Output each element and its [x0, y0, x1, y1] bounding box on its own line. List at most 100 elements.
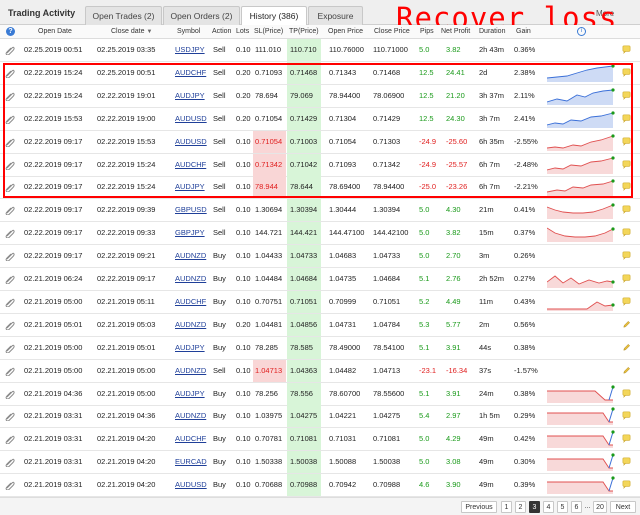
table-row[interactable]: 02.21.2019 05:00 02.21.2019 05:11 AUDCHF Bu… — [0, 290, 640, 314]
cell-symbol[interactable]: AUDJPY — [175, 85, 205, 107]
comment-icon[interactable] — [622, 457, 631, 467]
comment-icon[interactable] — [622, 205, 631, 215]
pagination-next[interactable]: Next — [610, 501, 636, 513]
edit-icon[interactable] — [622, 343, 631, 352]
col-close-date[interactable]: Close date ▼ — [111, 25, 152, 39]
paperclip-icon[interactable] — [5, 411, 15, 422]
tab-history[interactable]: History (386) — [241, 6, 307, 26]
col-lots[interactable]: Lots — [236, 25, 249, 39]
cell-symbol[interactable]: AUDNZD — [175, 314, 206, 336]
paperclip-icon[interactable] — [5, 160, 15, 170]
table-row[interactable]: 02.21.2019 05:00 02.21.2019 05:00 AUDNZD Se… — [0, 359, 640, 383]
table-row[interactable]: 02.22.2019 15:24 02.22.2019 19:01 AUDJPY Se… — [0, 84, 640, 108]
table-row[interactable]: 02.21.2019 06:24 02.22.2019 09:17 AUDNZD Bu… — [0, 268, 640, 291]
table-row[interactable]: 02.22.2019 09:17 02.22.2019 09:21 AUDNZD Bu… — [0, 245, 640, 269]
edit-icon[interactable] — [622, 366, 631, 375]
comment-icon[interactable] — [622, 434, 631, 444]
comment-icon[interactable] — [622, 228, 631, 238]
pagination-page-20[interactable]: 20 — [593, 501, 607, 513]
paperclip-icon[interactable] — [5, 480, 15, 491]
cell-symbol[interactable]: AUDNZD — [175, 268, 206, 290]
cell-symbol[interactable]: USDJPY — [175, 39, 205, 61]
table-row[interactable]: 02.22.2019 09:17 02.22.2019 15:53 AUDUSD Se… — [0, 130, 640, 154]
info-icon[interactable]: i — [577, 27, 586, 36]
comment-icon[interactable] — [622, 137, 631, 146]
comment-icon[interactable] — [622, 297, 631, 306]
cell-symbol[interactable]: GBPUSD — [175, 199, 207, 221]
tab-open-orders[interactable]: Open Orders (2) — [163, 6, 240, 25]
paperclip-icon[interactable] — [5, 274, 15, 284]
cell-symbol[interactable]: AUDUSD — [175, 131, 207, 153]
table-row[interactable]: 02.22.2019 09:17 02.22.2019 15:24 AUDJPY Se… — [0, 176, 640, 200]
table-row[interactable]: 02.22.2019 15:24 02.25.2019 00:51 AUDCHF Se… — [0, 61, 640, 85]
table-row[interactable]: 02.22.2019 09:17 02.22.2019 15:24 AUDCHF Se… — [0, 153, 640, 177]
col-open-price[interactable]: Open Price — [328, 25, 363, 39]
comment-icon[interactable] — [622, 45, 631, 54]
paperclip-icon[interactable] — [5, 137, 15, 147]
pagination-page-3[interactable]: 3 — [529, 501, 540, 513]
cell-symbol[interactable]: EURCAD — [175, 451, 207, 473]
paperclip-icon[interactable] — [5, 251, 15, 262]
col-duration[interactable]: Duration — [479, 25, 505, 39]
cell-symbol[interactable]: AUDJPY — [175, 383, 205, 405]
table-row[interactable]: 02.21.2019 03:31 02.21.2019 04:36 AUDNZD Bu… — [0, 405, 640, 429]
pagination-page-5[interactable]: 5 — [557, 501, 568, 513]
comment-icon[interactable] — [622, 68, 631, 77]
col-pips[interactable]: Pips — [420, 25, 434, 39]
col-open-date[interactable]: Open Date — [38, 25, 72, 39]
col-close-price[interactable]: Close Price — [374, 25, 410, 39]
col-net-profit[interactable]: Net Profit — [441, 25, 470, 39]
comment-icon[interactable] — [622, 274, 631, 283]
table-row[interactable]: 02.21.2019 04:36 02.21.2019 05:00 AUDJPY Bu… — [0, 382, 640, 406]
cell-symbol[interactable]: AUDJPY — [175, 176, 205, 198]
table-row[interactable]: 02.21.2019 05:00 02.21.2019 05:01 AUDJPY Bu… — [0, 336, 640, 360]
cell-symbol[interactable]: AUDNZD — [175, 405, 206, 427]
cell-symbol[interactable]: AUDCHF — [175, 154, 206, 176]
table-row[interactable]: 02.21.2019 05:01 02.21.2019 05:03 AUDNZD Bu… — [0, 313, 640, 337]
edit-icon[interactable] — [622, 320, 631, 329]
paperclip-icon[interactable] — [5, 457, 15, 468]
table-row[interactable]: 02.25.2019 00:51 02.25.2019 03:35 USDJPY Se… — [0, 39, 640, 62]
cell-symbol[interactable]: AUDJPY — [175, 337, 205, 359]
comment-icon[interactable] — [622, 389, 631, 398]
paperclip-icon[interactable] — [5, 320, 15, 330]
paperclip-icon[interactable] — [5, 297, 15, 307]
pagination-page-2[interactable]: 2 — [515, 501, 526, 513]
paperclip-icon[interactable] — [5, 366, 15, 376]
col-gain[interactable]: Gain — [516, 25, 531, 39]
help-icon[interactable]: ? — [6, 27, 15, 36]
cell-symbol[interactable]: AUDNZD — [175, 360, 206, 382]
cell-symbol[interactable]: AUDCHF — [175, 428, 206, 450]
comment-icon[interactable] — [622, 480, 631, 490]
comment-icon[interactable] — [622, 251, 631, 261]
cell-symbol[interactable]: AUDUSD — [175, 474, 207, 496]
pagination-previous[interactable]: Previous — [461, 501, 497, 513]
paperclip-icon[interactable] — [5, 68, 15, 78]
table-row[interactable]: 02.21.2019 03:31 02.21.2019 04:20 EURCAD Bu… — [0, 451, 640, 475]
paperclip-icon[interactable] — [5, 343, 15, 353]
col-tp[interactable]: TP(Price) — [289, 25, 319, 39]
table-row[interactable]: 02.21.2019 03:31 02.21.2019 04:20 AUDCHF Bu… — [0, 428, 640, 452]
col-sl[interactable]: SL(Price) — [254, 25, 283, 39]
paperclip-icon[interactable] — [5, 205, 15, 216]
table-row[interactable]: 02.21.2019 03:31 02.21.2019 04:20 AUDUSD Bu… — [0, 474, 640, 498]
paperclip-icon[interactable] — [5, 389, 15, 399]
cell-symbol[interactable]: AUDCHF — [175, 291, 206, 313]
pagination-page-1[interactable]: 1 — [501, 501, 512, 513]
comment-icon[interactable] — [622, 160, 631, 169]
paperclip-icon[interactable] — [5, 91, 15, 101]
tab-exposure[interactable]: Exposure — [308, 6, 363, 25]
cell-symbol[interactable]: AUDUSD — [175, 108, 207, 130]
paperclip-icon[interactable] — [5, 182, 15, 193]
pagination-page-6[interactable]: 6 — [571, 501, 582, 513]
col-symbol[interactable]: Symbol — [177, 25, 200, 39]
table-row[interactable]: 02.22.2019 15:53 02.22.2019 19:00 AUDUSD Se… — [0, 107, 640, 131]
paperclip-icon[interactable] — [5, 434, 15, 445]
cell-symbol[interactable]: AUDCHF — [175, 62, 206, 84]
comment-icon[interactable] — [622, 182, 631, 192]
comment-icon[interactable] — [622, 411, 631, 421]
cell-symbol[interactable]: AUDNZD — [175, 245, 206, 267]
table-row[interactable]: 02.22.2019 09:17 02.22.2019 09:33 GBPJPY Se… — [0, 222, 640, 246]
paperclip-icon[interactable] — [5, 45, 15, 55]
cell-symbol[interactable]: GBPJPY — [175, 222, 205, 244]
